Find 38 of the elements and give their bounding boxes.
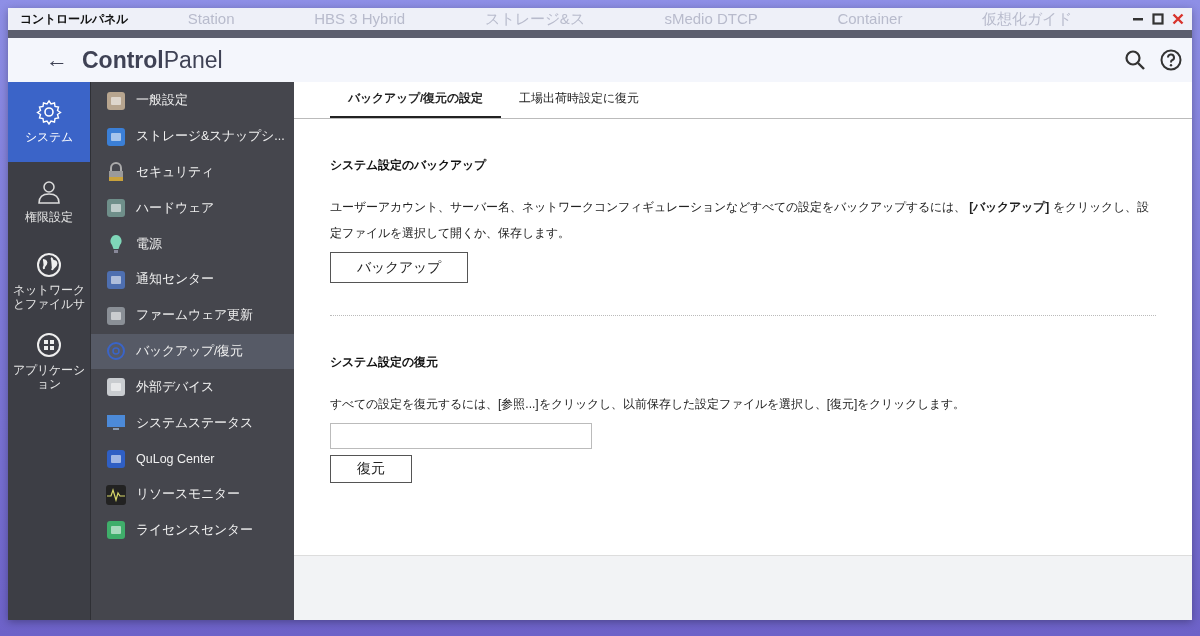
backup-button[interactable]: バックアップ [330,252,468,283]
submenu-item[interactable]: ライセンスセンター [91,512,294,549]
submenu-item[interactable]: QuLog Center [91,440,294,477]
maximize-icon[interactable] [1152,13,1164,25]
nav-item[interactable]: ネットワークとファイルサ [8,242,90,322]
tab[interactable]: 工場出荷時設定に復元 [501,91,658,118]
submenu-item[interactable]: バックアップ/復元 [91,333,294,370]
restore-button[interactable]: 復元 [330,455,412,483]
submenu-item[interactable]: セキュリティ [91,154,294,191]
section-heading: システム設定の復元 [330,354,439,371]
submenu-item[interactable]: リソースモニター [91,476,294,513]
close-icon[interactable] [1172,13,1184,25]
submenu-item[interactable]: システムステータス [91,405,294,441]
search-icon[interactable] [1124,49,1146,71]
nav-item[interactable]: 権限設定 [8,162,90,242]
back-button[interactable]: ← [46,47,68,73]
description-text: ユーザーアカウント、サーバー名、ネットワークコンフィギュレーションなどすべての設定をバックアップするには、 [バックアップ] をクリックし、設定ファイルを選択して開くか、保存します。 [330,199,1150,242]
lock-icon [106,162,126,183]
submenu-item[interactable]: 一般設定 [91,83,294,119]
pulse-icon [106,484,126,505]
section-heading: システム設定のバックアップ [330,157,488,174]
gear-icon [36,99,62,126]
nav-item[interactable]: アプリケーション [8,322,90,402]
submenu-item[interactable]: 電源 [91,226,294,262]
tab[interactable]: バックアップ/復元の設定 [330,91,502,118]
submenu-item[interactable]: ファームウェア更新 [91,297,294,334]
submenu-item[interactable]: ストレージ&スナップシ... [91,118,294,155]
file-path-field[interactable] [330,423,592,449]
help-icon[interactable] [1160,49,1182,71]
app-title: ControlPanel [82,46,224,74]
submenu-item[interactable]: ハードウェア [91,190,294,227]
nav-item[interactable]: システム [8,82,90,162]
submenu-item[interactable]: 通知センター [91,262,294,298]
submenu-item[interactable]: 外部デバイス [91,369,294,406]
window-title: コントロールパネル [20,10,128,28]
apps-icon [36,332,62,359]
user-icon [36,179,62,206]
description-text: すべての設定を復元するには、[参照...]をクリックし、以前保存した設定ファイルを選択し、[復元]をクリックします。 [330,396,967,413]
